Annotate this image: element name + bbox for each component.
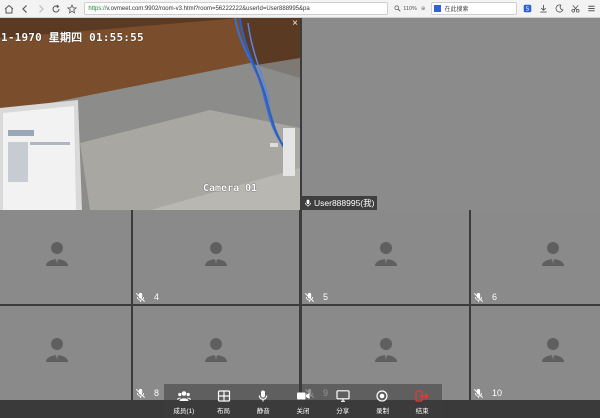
layout-label: 布局: [217, 408, 231, 415]
participant-tile[interactable]: 5: [302, 210, 469, 304]
reload-button[interactable]: [50, 2, 63, 16]
star-icon: [67, 3, 78, 14]
download-button[interactable]: [537, 3, 549, 15]
home-button[interactable]: [3, 2, 16, 16]
share-label: 分享: [336, 408, 350, 415]
participant-number: 6: [492, 292, 498, 302]
home-icon: [4, 4, 14, 13]
search-engine-icon: [434, 5, 442, 12]
user-avatar-icon: [205, 338, 227, 362]
url-text: v.ovmeet.com:9902/room-v3.html?room=5622…: [106, 5, 310, 12]
microphone-icon: [305, 199, 311, 207]
participant-number-tag: 6: [471, 290, 497, 304]
user-avatar-icon: [45, 338, 68, 362]
menu-button[interactable]: [585, 3, 597, 15]
participant-number-tag: 5: [302, 290, 328, 304]
muted-microphone-icon: [136, 292, 145, 302]
record-button[interactable]: 录制: [363, 384, 403, 418]
muted-microphone-icon: [305, 292, 314, 302]
meeting-toolbar: 成员(1) 布局 静音 关闭 分享 录制 结束: [164, 384, 442, 418]
camera-feed-image: [0, 18, 300, 210]
participant-number-tag: 4: [133, 290, 159, 304]
translate-button[interactable]: S: [521, 3, 533, 15]
camera-feed-tile[interactable]: 1-1970 星期四 01:55:55 Camera 01 ×: [0, 18, 300, 210]
end-label: 结束: [415, 408, 429, 415]
close-tile-button[interactable]: ×: [292, 19, 298, 29]
members-button[interactable]: 成员(1): [164, 384, 204, 418]
translate-icon: S: [523, 4, 531, 13]
night-mode-button[interactable]: [553, 3, 565, 15]
mute-label: 静音: [256, 408, 270, 415]
monitor-icon: [336, 390, 350, 402]
video-off-label: 关闭: [296, 408, 310, 415]
zoom-level: 110%: [403, 5, 417, 12]
participant-number-tag: 10: [471, 386, 502, 400]
microphone-icon: [258, 390, 268, 402]
user-avatar-icon: [374, 338, 397, 362]
camera-timestamp: 1-1970 星期四 01:55:55: [1, 31, 144, 44]
self-name-tag: User888995(我): [302, 196, 378, 210]
members-label: 成员(1): [173, 408, 195, 415]
participant-number-tag: 8: [133, 386, 159, 400]
share-button[interactable]: 分享: [323, 384, 363, 418]
scissors-icon: [570, 5, 580, 13]
muted-microphone-icon: [474, 388, 483, 398]
magnifier-icon: [394, 5, 401, 12]
user-avatar-icon: [374, 242, 397, 266]
self-video-tile[interactable]: User888995(我): [302, 18, 600, 210]
zoom-plus-icon[interactable]: ⊕: [421, 6, 426, 12]
user-avatar-icon: [205, 242, 227, 266]
arrow-left-icon: [22, 4, 27, 13]
participant-tile[interactable]: [0, 210, 131, 304]
record-icon: [376, 390, 389, 402]
participant-tile[interactable]: [0, 306, 131, 400]
users-icon: [176, 391, 191, 401]
video-off-button[interactable]: 关闭: [283, 384, 323, 418]
participant-number: 10: [492, 388, 503, 398]
user-avatar-icon: [541, 338, 564, 362]
meeting-stage: 1-1970 星期四 01:55:55 Camera 01 × User8889…: [0, 18, 600, 418]
reload-icon: [52, 4, 60, 12]
svg-text:S: S: [525, 7, 529, 13]
participant-number: 4: [154, 292, 160, 302]
participant-number: 8: [154, 388, 160, 398]
self-name: User888995(我): [314, 198, 375, 208]
end-meeting-button[interactable]: 结束: [402, 384, 442, 418]
record-label: 录制: [375, 408, 389, 415]
user-avatar-icon: [45, 242, 68, 266]
address-bar[interactable]: https://v.ovmeet.com:9902/room-v3.html?r…: [84, 2, 389, 15]
grid-layout-icon: [217, 390, 230, 402]
mute-button[interactable]: 静音: [243, 384, 283, 418]
forward-button[interactable]: [34, 2, 47, 16]
participant-tile[interactable]: 4: [133, 210, 299, 304]
video-camera-icon: [297, 392, 310, 400]
muted-microphone-icon: [474, 292, 483, 302]
camera-label: Camera 01: [203, 183, 258, 194]
hamburger-icon: [587, 5, 595, 12]
user-avatar-icon: [541, 242, 564, 266]
moon-icon: [555, 4, 564, 13]
exit-icon: [415, 390, 430, 402]
back-button[interactable]: [19, 2, 32, 16]
search-placeholder: 在此搜索: [444, 7, 469, 13]
participant-number: 5: [323, 292, 329, 302]
download-icon: [539, 4, 547, 13]
zoom-indicator[interactable]: 110% ⊕: [394, 5, 425, 12]
search-input[interactable]: 在此搜索: [431, 2, 517, 15]
url-scheme: https://: [88, 5, 107, 12]
participant-tile[interactable]: 6: [471, 210, 600, 304]
browser-toolbar: https://v.ovmeet.com:9902/room-v3.html?r…: [0, 0, 600, 18]
bookmark-button[interactable]: [66, 2, 79, 16]
layout-button[interactable]: 布局: [204, 384, 244, 418]
tools-button[interactable]: [569, 3, 581, 15]
participant-tile[interactable]: 10: [471, 306, 600, 400]
muted-microphone-icon: [136, 388, 145, 398]
arrow-right-icon: [38, 4, 44, 13]
